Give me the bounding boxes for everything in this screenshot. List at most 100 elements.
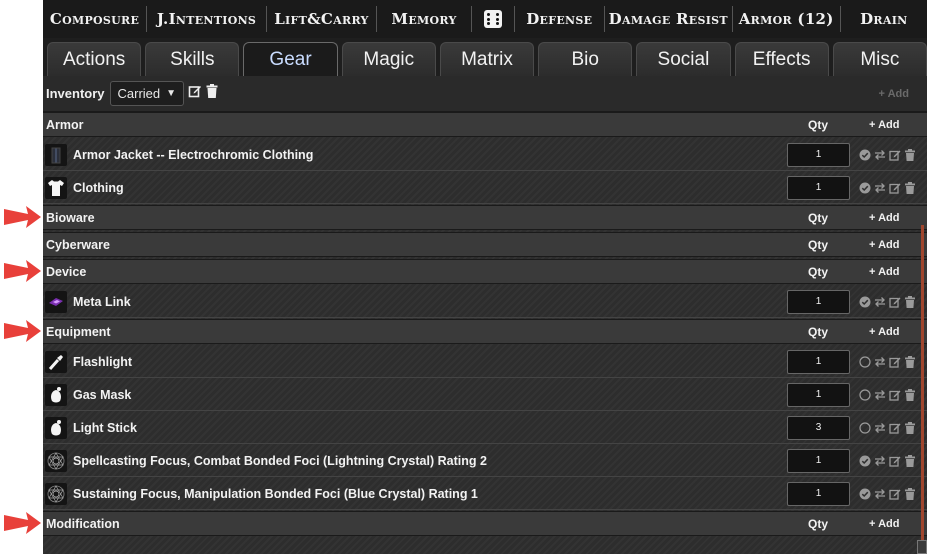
add-equipment-button[interactable]: + Add (869, 326, 899, 338)
item-name[interactable]: Light Stick (73, 421, 137, 435)
section-title: Bioware (46, 210, 95, 225)
check-circle-icon[interactable] (858, 487, 871, 500)
commlink-icon (45, 290, 67, 313)
tab-skills[interactable]: Skills (145, 42, 240, 76)
shirt-icon (45, 176, 67, 199)
trash-icon[interactable] (903, 355, 916, 368)
plus-icon: + (869, 325, 879, 338)
check-circle-icon[interactable] (858, 454, 871, 467)
item-row: Spellcasting Focus, Combat Bonded Foci (… (43, 445, 927, 477)
item-controls (858, 421, 916, 434)
empty-circle-icon[interactable] (858, 421, 871, 434)
edit-icon[interactable] (888, 487, 901, 500)
trash-icon[interactable] (206, 84, 218, 103)
trash-icon[interactable] (903, 295, 916, 308)
add-bioware-button[interactable]: + Add (869, 212, 899, 224)
scrollbar[interactable] (921, 225, 924, 545)
edit-icon[interactable] (888, 454, 901, 467)
edit-icon[interactable] (888, 355, 901, 368)
tabs-row: Actions Skills Gear Magic Matrix Bio Social Eff… (43, 38, 927, 76)
add-armor-button[interactable]: + Add (869, 119, 899, 131)
qty-input[interactable]: 1 (787, 175, 850, 200)
inventory-filter-select[interactable]: Carried ▼ (109, 81, 184, 106)
add-device-button[interactable]: + Add (869, 266, 899, 278)
stat-memory[interactable]: Memory (377, 0, 471, 38)
transfer-icon[interactable] (873, 295, 886, 308)
item-name[interactable]: Flashlight (73, 355, 132, 369)
transfer-icon[interactable] (873, 454, 886, 467)
red-arrow-annotation (2, 257, 42, 285)
tab-misc[interactable]: Misc (832, 42, 927, 76)
qty-input[interactable]: 1 (787, 142, 850, 167)
qty-column-header: Qty (808, 324, 829, 339)
stat-j-intentions[interactable]: J.Intentions (147, 0, 266, 38)
edit-icon[interactable] (888, 295, 901, 308)
item-row: Sustaining Focus, Manipulation Bonded Fo… (43, 478, 927, 510)
qty-input[interactable]: 1 (787, 289, 850, 314)
stat-drain[interactable]: Drain (841, 0, 927, 38)
item-name[interactable]: Meta Link (73, 295, 131, 309)
edit-icon[interactable] (888, 388, 901, 401)
check-circle-icon[interactable] (858, 148, 871, 161)
transfer-icon[interactable] (873, 355, 886, 368)
edit-icon[interactable] (888, 148, 901, 161)
dice-roll-button[interactable] (472, 0, 514, 38)
edit-icon[interactable] (888, 421, 901, 434)
chevron-down-icon: ▼ (166, 88, 177, 99)
qty-column-header: Qty (808, 210, 829, 225)
empty-circle-icon[interactable] (858, 388, 871, 401)
item-name[interactable]: Armor Jacket -- Electrochromic Clothing (73, 148, 313, 162)
resize-handle[interactable] (917, 540, 927, 554)
qty-input[interactable]: 3 (787, 415, 850, 440)
qty-column-header: Qty (808, 237, 829, 252)
plus-icon: + (869, 517, 879, 530)
trash-icon[interactable] (903, 487, 916, 500)
transfer-icon[interactable] (873, 421, 886, 434)
section-title: Device (46, 264, 87, 279)
qty-input[interactable]: 1 (787, 448, 850, 473)
trash-icon[interactable] (903, 421, 916, 434)
character-sheet: Composure J.Intentions Lift&Carry Memory Def… (43, 0, 927, 554)
stat-lift-carry[interactable]: Lift&Carry (267, 0, 376, 38)
tab-bio[interactable]: Bio (538, 42, 633, 76)
transfer-icon[interactable] (873, 388, 886, 401)
transfer-icon[interactable] (873, 181, 886, 194)
item-name[interactable]: Spellcasting Focus, Combat Bonded Foci (… (73, 454, 487, 468)
edit-icon[interactable] (188, 84, 202, 103)
trash-icon[interactable] (903, 454, 916, 467)
tab-actions[interactable]: Actions (47, 42, 142, 76)
tab-social[interactable]: Social (636, 42, 731, 76)
qty-column-header: Qty (808, 516, 829, 531)
item-name[interactable]: Clothing (73, 181, 124, 195)
stat-armor-12-[interactable]: Armor (12) (733, 0, 840, 38)
section-header-modification: Modification Qty + Add (43, 511, 927, 536)
item-name[interactable]: Gas Mask (73, 388, 131, 402)
tab-effects[interactable]: Effects (734, 42, 829, 76)
add-label: Add (878, 517, 900, 530)
trash-icon[interactable] (903, 148, 916, 161)
check-circle-icon[interactable] (858, 181, 871, 194)
tab-gear[interactable]: Gear (243, 42, 338, 76)
stat-damage-resist[interactable]: Damage Resist (605, 0, 732, 38)
stat-composure[interactable]: Composure (43, 0, 146, 38)
item-name[interactable]: Sustaining Focus, Manipulation Bonded Fo… (73, 487, 478, 501)
red-arrow-annotation (2, 317, 42, 345)
transfer-icon[interactable] (873, 148, 886, 161)
qty-input[interactable]: 1 (787, 481, 850, 506)
transfer-icon[interactable] (873, 487, 886, 500)
stats-row: Composure J.Intentions Lift&Carry Memory Def… (43, 0, 927, 38)
add-cyberware-button[interactable]: + Add (869, 239, 899, 251)
trash-icon[interactable] (903, 181, 916, 194)
qty-input[interactable]: 1 (787, 382, 850, 407)
qty-input[interactable]: 1 (787, 349, 850, 374)
stat-defense[interactable]: Defense (515, 0, 604, 38)
tab-magic[interactable]: Magic (341, 42, 436, 76)
check-circle-icon[interactable] (858, 295, 871, 308)
add-inventory-button[interactable]: + Add (879, 88, 909, 100)
empty-circle-icon[interactable] (858, 355, 871, 368)
tab-matrix[interactable]: Matrix (439, 42, 535, 76)
trash-icon[interactable] (903, 388, 916, 401)
edit-icon[interactable] (888, 181, 901, 194)
add-modification-button[interactable]: + Add (869, 518, 899, 530)
add-label: Add (878, 118, 900, 131)
